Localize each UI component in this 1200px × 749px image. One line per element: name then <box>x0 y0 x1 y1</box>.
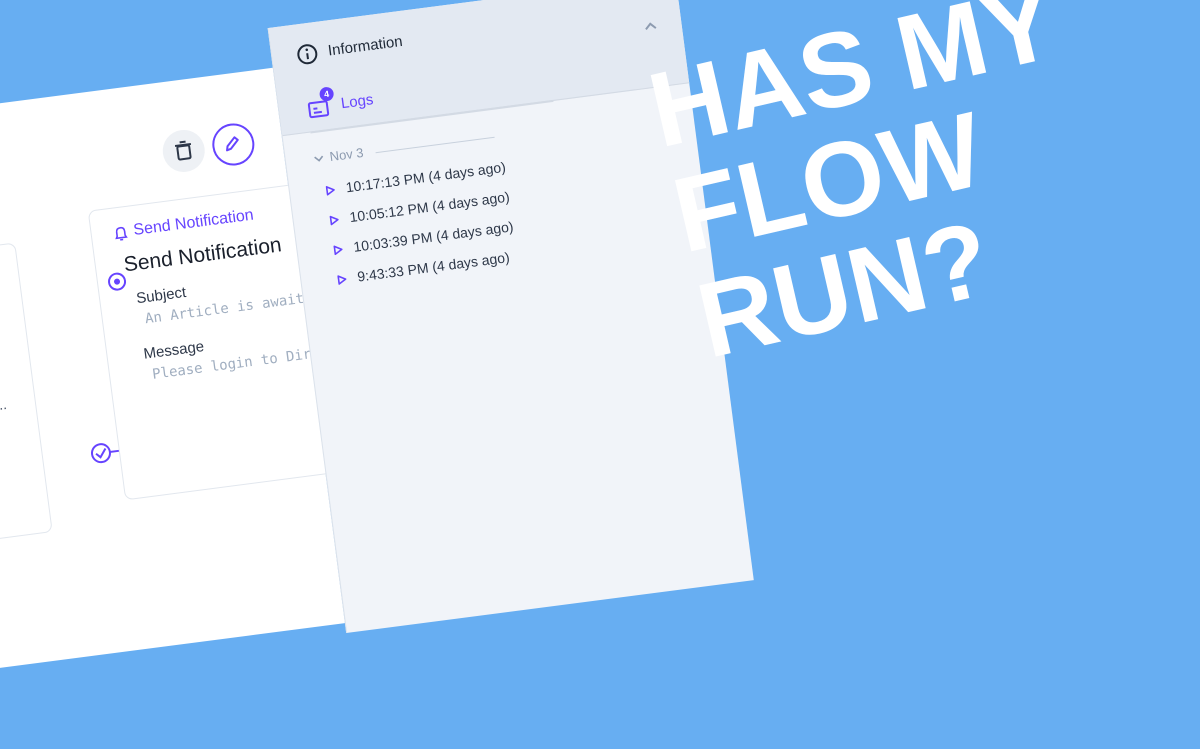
chevron-down-icon <box>313 154 324 163</box>
play-icon <box>325 185 335 196</box>
info-icon <box>295 42 320 67</box>
operation-title: Send Notification <box>122 233 283 277</box>
logs-label: Logs <box>340 91 374 112</box>
bell-icon <box>113 225 129 242</box>
operation-type-label: Send Notification <box>133 207 255 240</box>
information-label: Information <box>327 31 404 62</box>
information-section[interactable]: Information 4 Logs <box>269 0 690 136</box>
date-group-label: Nov 3 <box>329 145 365 164</box>
trash-icon <box>171 139 196 164</box>
logs-count-badge: 4 <box>319 86 335 102</box>
play-icon <box>333 244 343 255</box>
play-icon <box>329 215 339 226</box>
success-check-icon <box>91 443 111 463</box>
subject-label: Subject <box>135 284 187 307</box>
play-icon <box>337 274 347 285</box>
operation-anchor-icon[interactable] <box>106 270 128 292</box>
truncated-text: ... <box>0 396 8 413</box>
date-divider <box>376 137 495 153</box>
message-label: Message <box>143 338 206 363</box>
chevron-up-icon[interactable] <box>643 20 658 32</box>
pencil-icon <box>221 132 243 154</box>
